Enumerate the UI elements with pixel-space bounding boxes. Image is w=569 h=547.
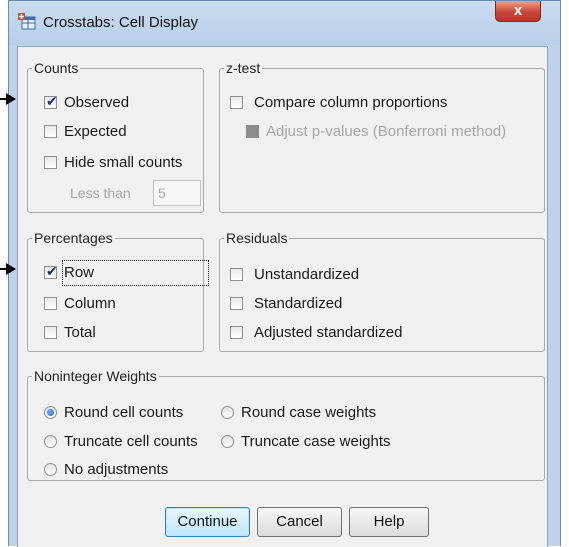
help-button[interactable]: Help [349, 507, 429, 537]
no-adjustments-label: No adjustments [64, 461, 169, 478]
window-title: Crosstabs: Cell Display [43, 14, 199, 31]
title-bar[interactable]: Crosstabs: Cell Display x [9, 1, 560, 45]
adjusted-check-box[interactable] [230, 326, 243, 339]
truncate-cell-radio-button[interactable] [44, 435, 57, 448]
adjust-check-box [246, 125, 259, 138]
row-check-box[interactable]: ✔ [44, 263, 58, 279]
annotation-arrow-observed [0, 93, 16, 105]
standardized-check-box[interactable] [230, 297, 243, 310]
checkmark-icon: ✔ [46, 93, 58, 109]
round-case-label: Round case weights [241, 404, 377, 421]
truncate-case-label: Truncate case weights [241, 433, 391, 450]
expected-label: Expected [64, 123, 127, 140]
column-label: Column [64, 295, 116, 312]
no-adjustments-radio-button[interactable] [44, 463, 57, 476]
annotation-arrow-row [0, 263, 16, 275]
compare-label: Compare column proportions [254, 94, 448, 111]
crosstabs-app-icon [18, 13, 36, 30]
expected-check-box[interactable] [44, 125, 57, 138]
less-than-input[interactable] [153, 180, 201, 206]
radio-selected-icon [47, 409, 54, 416]
cancel-button[interactable]: Cancel [257, 507, 342, 537]
observed-check-box[interactable]: ✔ [44, 93, 58, 109]
column-check-box[interactable] [44, 297, 57, 310]
close-icon: x [513, 2, 523, 19]
truncate-case-radio-button[interactable] [221, 435, 234, 448]
observed-label: Observed [64, 94, 130, 111]
row-label: Row [61, 260, 210, 286]
round-cell-radio-button[interactable] [44, 406, 57, 419]
round-case-radio-button[interactable] [221, 406, 234, 419]
round-cell-label: Round cell counts [64, 404, 184, 421]
percentages-legend: Percentages [34, 230, 113, 246]
residuals-legend: Residuals [226, 230, 288, 246]
close-button[interactable]: x [495, 1, 541, 22]
hide-small-label: Hide small counts [64, 154, 183, 171]
unstandardized-label: Unstandardized [254, 266, 360, 283]
total-check-box[interactable] [44, 326, 57, 339]
dialog-window: Crosstabs: Cell Display x Counts ✔ Obser… [8, 0, 561, 547]
checkmark-icon: ✔ [46, 263, 58, 279]
counts-legend: Counts [34, 60, 79, 76]
hide-small-check-box[interactable] [44, 156, 57, 169]
total-label: Total [64, 324, 96, 341]
dialog-body: Counts ✔ Observed Expected Hide small co… [17, 46, 548, 547]
ztest-legend: z-test [226, 60, 261, 76]
weights-legend: Noninteger Weights [34, 368, 157, 384]
standardized-label: Standardized [254, 295, 343, 312]
adjusted-label: Adjusted standardized [254, 324, 403, 341]
continue-button[interactable]: Continue [165, 507, 250, 537]
adjust-label: Adjust p-values (Bonferroni method) [266, 123, 507, 140]
compare-check-box[interactable] [230, 96, 243, 109]
less-than-label: Less than [70, 185, 131, 201]
unstandardized-check-box[interactable] [230, 268, 243, 281]
truncate-cell-label: Truncate cell counts [64, 433, 198, 450]
